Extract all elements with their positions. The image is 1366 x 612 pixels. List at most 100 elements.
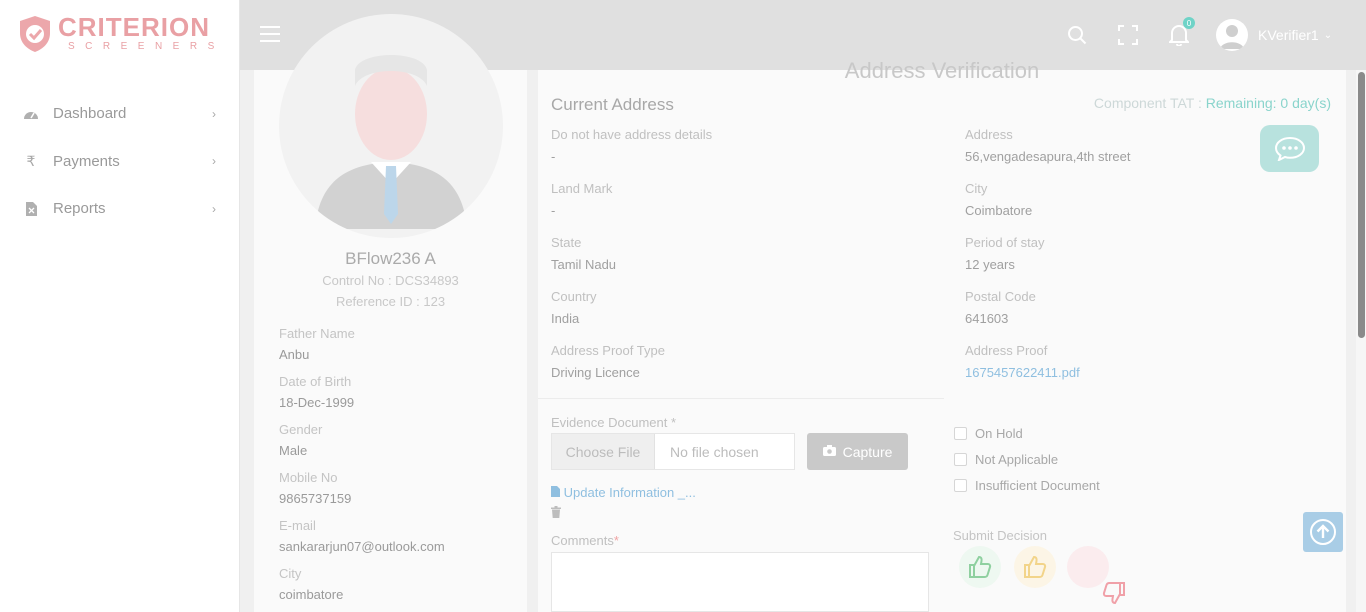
field-value: sankararjun07@outlook.com xyxy=(279,539,445,554)
chat-bubble-icon xyxy=(1274,136,1305,161)
field-value: coimbatore xyxy=(279,587,344,602)
capture-button[interactable]: Capture xyxy=(807,433,908,470)
avatar xyxy=(1216,19,1248,51)
field-value: 56,vengadesapura,4th street xyxy=(965,149,1131,164)
chevron-right-icon: › xyxy=(212,201,216,216)
sidebar-item-payments[interactable]: ₹ Payments › xyxy=(0,138,240,186)
address-verification-panel: Address Verification Current Address Com… xyxy=(538,58,1346,612)
evidence-document-label: Evidence Document * xyxy=(551,415,677,430)
capture-label: Capture xyxy=(842,443,893,460)
field-label: City xyxy=(279,566,302,581)
postal-code-field: Postal Code 641603 xyxy=(965,289,1036,326)
reference-id: Reference ID : 123 xyxy=(335,294,446,309)
field-label: Land Mark xyxy=(551,181,613,196)
chevron-right-icon: › xyxy=(212,154,216,169)
divider xyxy=(538,398,944,399)
field-value: Driving Licence xyxy=(551,365,640,380)
report-file-icon xyxy=(22,201,40,216)
chat-button[interactable] xyxy=(1260,125,1319,172)
field-value: 641603 xyxy=(965,311,1009,326)
speedometer-icon xyxy=(22,107,40,120)
shield-check-icon xyxy=(20,16,50,52)
field-label: E-mail xyxy=(279,518,316,533)
approve-thumbs-up-icon[interactable] xyxy=(959,546,1001,588)
field-label: Address Proof xyxy=(965,343,1048,358)
sidebar-item-label: Dashboard xyxy=(53,105,127,123)
field-value: Coimbatore xyxy=(965,203,1033,218)
gender-field: Gender Male xyxy=(279,422,322,458)
scrollbar-thumb[interactable] xyxy=(1358,72,1365,338)
partial-thumbs-up-icon[interactable] xyxy=(1014,546,1056,588)
checkbox-label: On Hold xyxy=(975,426,1023,441)
insufficient-document-checkbox[interactable]: Insufficient Document xyxy=(954,478,1100,493)
mobile-field: Mobile No 9865737159 xyxy=(279,470,351,506)
landmark-field: Land Mark - xyxy=(551,181,612,218)
address-proof-type-field: Address Proof Type Driving Licence xyxy=(551,343,665,380)
file-name-text: No file chosen xyxy=(670,443,759,460)
field-label: Date of Birth xyxy=(279,374,352,389)
update-information-label: Update Information _... xyxy=(563,485,696,500)
scroll-to-top-button[interactable] xyxy=(1303,512,1343,552)
address-city-field: City Coimbatore xyxy=(965,181,1032,218)
tat-label: Component TAT : xyxy=(1093,95,1206,111)
required-marker: * xyxy=(613,533,619,548)
comments-label: Comments* xyxy=(551,533,619,548)
brand-logo[interactable]: CRITERION SCREENERS xyxy=(18,14,225,54)
chevron-down-icon: ⌄ xyxy=(1323,29,1333,41)
trash-icon[interactable] xyxy=(551,506,561,521)
field-label: Address Proof Type xyxy=(551,343,665,358)
sidebar-item-dashboard[interactable]: Dashboard › xyxy=(0,90,240,138)
sidebar-item-label: Payments xyxy=(53,152,120,170)
file-icon xyxy=(551,485,564,500)
menu-toggle-icon[interactable] xyxy=(260,26,280,42)
brand-name: CRITERION xyxy=(58,12,210,42)
arrow-up-circle-icon xyxy=(1310,519,1336,545)
field-value: - xyxy=(551,149,556,164)
field-value: - xyxy=(551,203,556,218)
submit-decision-label: Submit Decision xyxy=(953,528,1047,543)
period-of-stay-field: Period of stay 12 years xyxy=(965,235,1045,272)
reject-thumbs-down-icon[interactable] xyxy=(1067,546,1125,605)
checkbox-label: Not Applicable xyxy=(975,452,1059,467)
update-information-link[interactable]: Update Information _... xyxy=(551,485,696,500)
country-field: Country India xyxy=(551,289,597,326)
on-hold-checkbox[interactable]: On Hold xyxy=(954,426,1023,441)
component-tat: Component TAT : Remaining: 0 day(s) xyxy=(1094,95,1331,111)
chevron-right-icon: › xyxy=(212,106,216,121)
field-value: India xyxy=(551,311,580,326)
state-field: State Tamil Nadu xyxy=(551,235,616,272)
notification-badge: 0 xyxy=(1183,17,1195,29)
sidebar-item-reports[interactable]: Reports › xyxy=(0,185,240,233)
field-label: Mobile No xyxy=(279,470,338,485)
evidence-file-input[interactable]: Choose File No file chosen xyxy=(551,433,795,470)
address-proof-link[interactable]: 1675457622411.pdf xyxy=(965,365,1080,380)
field-label: Postal Code xyxy=(965,289,1036,304)
checkbox[interactable] xyxy=(954,427,967,440)
search-icon[interactable] xyxy=(1065,23,1089,47)
email-field: E-mail sankararjun07@outlook.com xyxy=(279,518,445,554)
control-number: Control No : DCS34893 xyxy=(322,273,459,288)
checkbox[interactable] xyxy=(954,453,967,466)
brand-tagline: SCREENERS xyxy=(68,41,225,52)
field-value: 18-Dec-1999 xyxy=(279,395,355,410)
field-label: Father Name xyxy=(279,326,355,341)
candidate-name: BFlow236 A xyxy=(345,249,436,268)
checkbox-label: Insufficient Document xyxy=(975,478,1100,493)
bell-icon[interactable]: 0 xyxy=(1167,17,1195,47)
fullscreen-icon[interactable] xyxy=(1116,23,1140,47)
username: KVerifier1 xyxy=(1258,27,1319,43)
father-name-field: Father Name Anbu xyxy=(279,326,355,362)
field-label: Gender xyxy=(279,422,323,437)
not-applicable-checkbox[interactable]: Not Applicable xyxy=(954,452,1058,467)
camera-icon xyxy=(822,444,836,459)
checkbox[interactable] xyxy=(954,479,967,492)
address-proof-field: Address Proof 1675457622411.pdf xyxy=(965,343,1080,380)
field-label: Period of stay xyxy=(965,235,1045,250)
candidate-profile-card: BFlow236 A Control No : DCS34893 Referen… xyxy=(254,14,527,612)
main-content: BFlow236 A Control No : DCS34893 Referen… xyxy=(240,14,1356,612)
sidebar: CRITERION SCREENERS Dashboard › ₹ Paymen… xyxy=(0,0,240,612)
comments-textarea[interactable] xyxy=(551,552,929,612)
user-menu[interactable]: KVerifier1 ⌄ xyxy=(1216,19,1332,51)
choose-file-button[interactable]: Choose File xyxy=(552,434,655,469)
sidebar-nav: Dashboard › ₹ Payments › Reports › xyxy=(0,90,240,233)
